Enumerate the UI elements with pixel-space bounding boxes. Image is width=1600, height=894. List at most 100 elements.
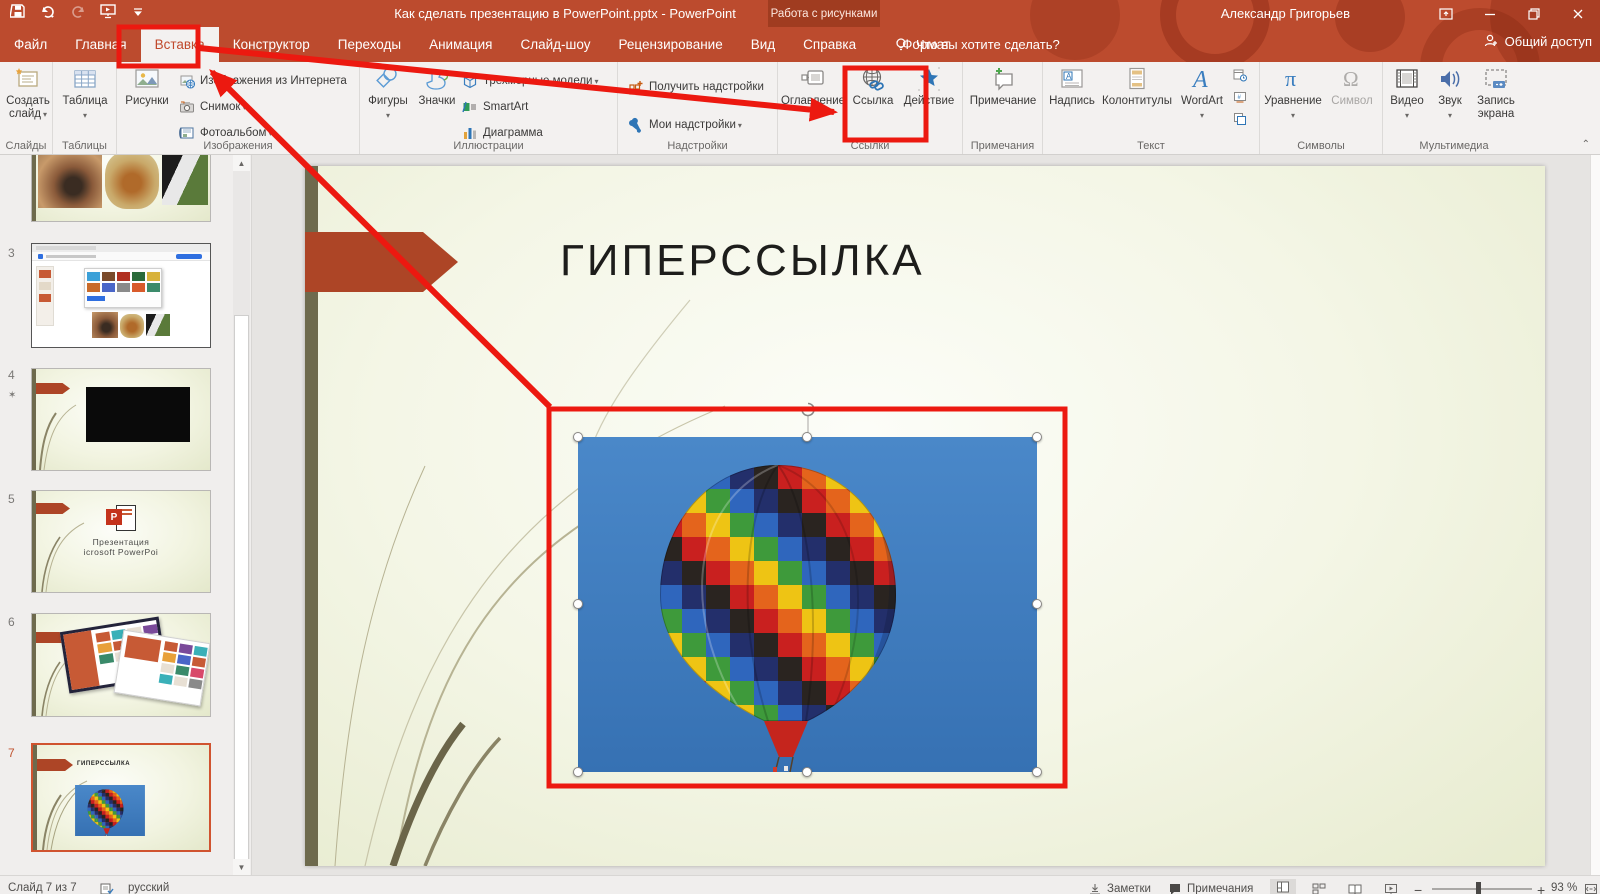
- video-label: Видео: [1390, 95, 1424, 122]
- get-addins-button[interactable]: Получить надстройки: [628, 76, 764, 98]
- thumbnail-slide-7-selected[interactable]: ГИПЕРССЫЛКА: [31, 743, 211, 852]
- close-button[interactable]: [1556, 0, 1600, 27]
- tab-view[interactable]: Вид: [737, 27, 789, 62]
- shapes-button[interactable]: Фигуры: [364, 66, 412, 122]
- pictures-button[interactable]: Рисунки: [121, 66, 173, 108]
- link-button[interactable]: Ссылка: [848, 66, 898, 108]
- thumbnail-scrollbar[interactable]: ▲ ▼: [233, 155, 250, 875]
- equation-button[interactable]: π Уравнение: [1263, 66, 1323, 122]
- selection-handle[interactable]: [802, 767, 812, 777]
- mini-video-frame: [86, 387, 190, 442]
- my-addins-icon: [628, 117, 644, 133]
- icons-button[interactable]: Значки: [414, 66, 460, 108]
- pi-icon: π: [1280, 66, 1306, 92]
- selection-handle[interactable]: [573, 767, 583, 777]
- video-button[interactable]: Видео: [1385, 66, 1429, 122]
- restore-button[interactable]: [1512, 0, 1556, 27]
- notes-button[interactable]: Заметки: [1088, 882, 1151, 894]
- selection-handle[interactable]: [1032, 432, 1042, 442]
- view-slideshow-button[interactable]: [1384, 882, 1398, 894]
- scroll-up-button[interactable]: ▲: [233, 155, 250, 171]
- thumbnail-slide-2[interactable]: [31, 155, 211, 222]
- selection-handle[interactable]: [802, 432, 812, 442]
- chart-icon: [462, 125, 478, 141]
- online-pictures-button[interactable]: Изображения из Интернета: [179, 70, 347, 92]
- group-label-tables: Таблицы: [53, 140, 116, 152]
- table-icon: [72, 66, 98, 92]
- thumbnail-slide-6[interactable]: [31, 613, 211, 717]
- tell-me-box[interactable]: Что вы хотите сделать?: [893, 27, 1060, 62]
- chart-label: Диаграмма: [483, 127, 543, 139]
- status-bar: Слайд 7 из 7 русский Заметки Примечания …: [0, 875, 1600, 894]
- view-reading-button[interactable]: [1348, 882, 1362, 894]
- wordart-label: WordArt: [1181, 95, 1223, 122]
- language-indicator[interactable]: русский: [128, 882, 169, 894]
- tab-review[interactable]: Рецензирование: [604, 27, 736, 62]
- comment-button[interactable]: Примечание: [967, 66, 1039, 108]
- table-button[interactable]: Таблица: [59, 66, 111, 122]
- collapse-ribbon-icon[interactable]: ⌃: [1582, 139, 1590, 150]
- slide-title[interactable]: ГИПЕРССЫЛКА: [560, 236, 920, 286]
- new-slide-label: Создать: [6, 95, 50, 108]
- zoom-button[interactable]: Оглавление: [780, 66, 846, 122]
- screenshot-icon: [179, 99, 195, 115]
- balloon-picture[interactable]: [578, 437, 1037, 772]
- screen-recording-button[interactable]: Запись экрана: [1471, 66, 1521, 121]
- textbox-button[interactable]: A Надпись: [1045, 66, 1099, 108]
- zoom-slider-track[interactable]: [1432, 888, 1532, 890]
- tab-slideshow[interactable]: Слайд-шоу: [506, 27, 604, 62]
- audio-button[interactable]: Звук: [1431, 66, 1469, 122]
- view-normal-button[interactable]: [1270, 879, 1296, 894]
- new-slide-button[interactable]: Создать слайд: [5, 66, 51, 121]
- smartart-button[interactable]: SmartArt: [462, 96, 528, 118]
- selection-handle[interactable]: [1032, 599, 1042, 609]
- group-label-addins: Надстройки: [618, 140, 777, 152]
- action-button[interactable]: Действие: [900, 66, 958, 108]
- scroll-down-button[interactable]: ▼: [233, 859, 250, 875]
- group-images: Рисунки Изображения из Интернета Снимок …: [117, 62, 360, 154]
- ribbon-display-options-button[interactable]: [1424, 0, 1468, 27]
- tab-design[interactable]: Конструктор: [219, 27, 324, 62]
- my-addins-button[interactable]: Мои надстройки: [628, 114, 742, 136]
- header-footer-button[interactable]: Колонтитулы: [1099, 66, 1175, 108]
- canvas-scrollbar[interactable]: [1590, 155, 1600, 875]
- zoom-in-button[interactable]: +: [1537, 882, 1545, 894]
- tab-help[interactable]: Справка: [789, 27, 870, 62]
- ribbon: Создать слайд Слайды Таблица Таблицы Рис…: [0, 62, 1600, 155]
- thumbnail-slide-3[interactable]: [31, 243, 211, 348]
- slide-banner-shape[interactable]: [305, 232, 461, 292]
- comments-button[interactable]: Примечания: [1168, 882, 1253, 894]
- thumbnail-slide-4[interactable]: [31, 368, 211, 471]
- thumbnail-slide-5[interactable]: P Презентация icrosoft PowerPoi: [31, 490, 211, 593]
- tab-home[interactable]: Главная: [61, 27, 140, 62]
- fit-to-window-button[interactable]: [1584, 882, 1598, 894]
- animation-star-icon[interactable]: ✶: [8, 390, 16, 401]
- date-time-icon[interactable]: [1233, 68, 1247, 82]
- minimize-button[interactable]: [1468, 0, 1512, 27]
- share-label: Общий доступ: [1505, 34, 1592, 49]
- selection-handle[interactable]: [573, 432, 583, 442]
- zoom-level[interactable]: 93 %: [1551, 882, 1577, 894]
- object-icon[interactable]: [1233, 112, 1247, 126]
- tab-file[interactable]: Файл: [0, 27, 61, 62]
- wordart-button[interactable]: A WordArt: [1175, 66, 1229, 122]
- slide-editing-area[interactable]: ГИПЕРССЫЛКА: [305, 166, 1545, 866]
- table-label: Таблица: [62, 95, 107, 122]
- spellcheck-icon[interactable]: [100, 882, 114, 894]
- mini-powerpoint-icon: P: [106, 505, 136, 531]
- slide-canvas: ГИПЕРССЫЛКА: [252, 155, 1600, 875]
- selection-handle[interactable]: [573, 599, 583, 609]
- share-button[interactable]: Общий доступ: [1483, 33, 1592, 49]
- selection-handle[interactable]: [1032, 767, 1042, 777]
- 3d-models-button[interactable]: Трехмерные модели: [462, 70, 599, 92]
- tab-animations[interactable]: Анимация: [415, 27, 506, 62]
- zoom-out-button[interactable]: −: [1414, 882, 1422, 894]
- view-sorter-button[interactable]: [1312, 882, 1326, 894]
- screenshot-button[interactable]: Снимок: [179, 96, 246, 118]
- tab-transitions[interactable]: Переходы: [324, 27, 415, 62]
- zoom-section-icon: [800, 66, 826, 92]
- tab-insert[interactable]: Вставка: [141, 27, 219, 62]
- slide-number-icon[interactable]: #: [1233, 90, 1247, 104]
- zoom-slider-thumb[interactable]: [1476, 882, 1481, 894]
- scrollbar-thumb[interactable]: [234, 315, 249, 860]
